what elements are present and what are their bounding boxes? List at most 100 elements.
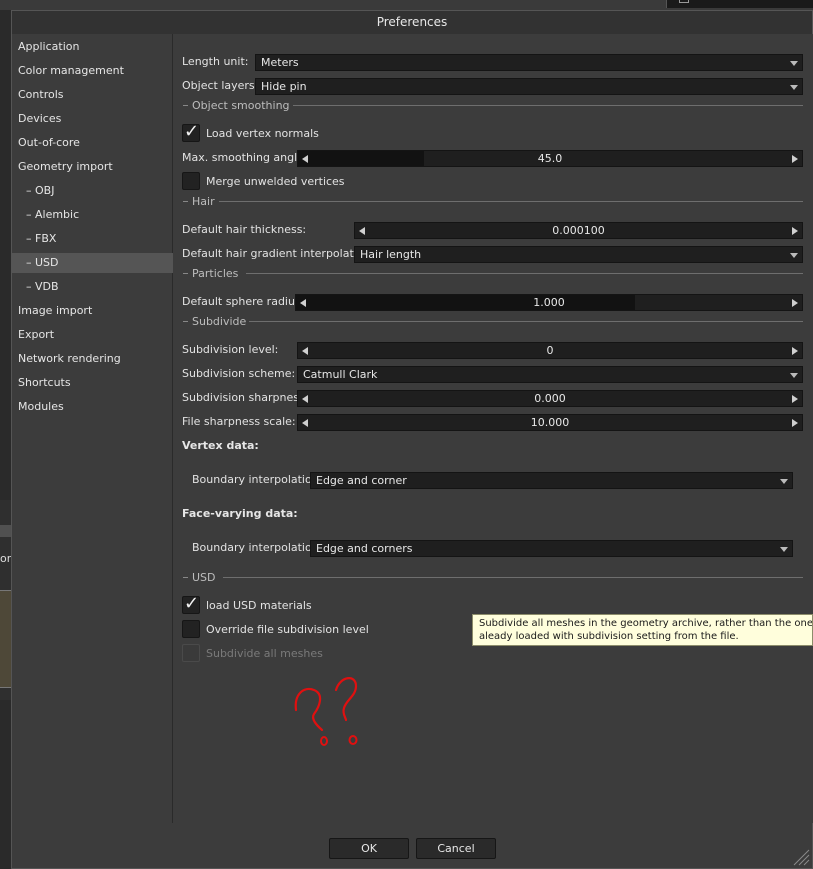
background-app-text: or <box>0 552 11 565</box>
sidebar-item-vdb[interactable]: – VDB <box>12 277 173 297</box>
left-arrow-icon[interactable] <box>302 419 308 427</box>
right-arrow-icon[interactable] <box>792 299 798 307</box>
subdivision-level-value: 0 <box>546 344 554 357</box>
left-arrow-icon[interactable] <box>302 155 308 163</box>
section-usd: USD <box>183 571 803 584</box>
load-usd-materials-label: load USD materials <box>206 599 312 612</box>
max-smoothing-angle-slider[interactable]: 45.0 <box>297 150 803 167</box>
sphere-radius-slider[interactable]: 1.000 <box>295 294 803 311</box>
sidebar-item-export[interactable]: Export <box>12 325 173 345</box>
load-usd-materials-checkbox[interactable]: ✓ <box>182 593 200 614</box>
load-vertex-normals-label: Load vertex normals <box>206 127 319 140</box>
subdivision-sharpness-slider[interactable]: 0.000 <box>297 390 803 407</box>
max-smoothing-angle-label: Max. smoothing angle: <box>182 151 308 164</box>
face-varying-boundary-dropdown[interactable]: Edge and corners <box>310 540 793 557</box>
dropdown-arrow-icon <box>780 547 788 552</box>
hair-gradient-dropdown[interactable]: Hair length <box>354 246 803 263</box>
section-title: Subdivide <box>192 315 251 328</box>
subdivide-all-meshes-checkbox[interactable] <box>182 644 200 662</box>
vertex-boundary-dropdown[interactable]: Edge and corner <box>310 472 793 489</box>
cancel-button[interactable]: Cancel <box>416 838 496 859</box>
sidebar-item-fbx[interactable]: – FBX <box>12 229 173 249</box>
override-subdivision-checkbox[interactable] <box>182 620 200 638</box>
section-title: Particles <box>192 267 243 280</box>
tooltip-line-2: aleady loaded with subdivision setting f… <box>479 631 739 642</box>
face-varying-boundary-label: Boundary interpolation: <box>192 541 323 554</box>
face-varying-heading: Face-varying data: <box>182 507 298 520</box>
resize-grip-icon[interactable] <box>792 848 810 866</box>
subdivision-scheme-label: Subdivision scheme: <box>182 367 296 380</box>
sidebar-item-network-rendering[interactable]: Network rendering <box>12 349 173 369</box>
right-arrow-icon[interactable] <box>792 347 798 355</box>
right-arrow-icon[interactable] <box>792 395 798 403</box>
sidebar-item-shortcuts[interactable]: Shortcuts <box>12 373 173 393</box>
merge-unwelded-vertices-label: Merge unwelded vertices <box>206 175 345 188</box>
hair-thickness-slider[interactable]: 0.000100 <box>354 222 803 239</box>
sidebar-item-application[interactable]: Application <box>12 37 173 57</box>
object-layers-label: Object layers: <box>182 79 259 92</box>
subdivide-all-meshes-label: Subdivide all meshes <box>206 647 323 660</box>
length-unit-value: Meters <box>261 56 299 69</box>
section-hair: Hair <box>183 195 803 208</box>
merge-unwelded-vertices-checkbox[interactable] <box>182 172 200 190</box>
hair-thickness-value: 0.000100 <box>552 224 605 237</box>
override-subdivision-label: Override file subdivision level <box>206 623 369 636</box>
object-layers-value: Hide pin <box>261 80 307 93</box>
sidebar-item-controls[interactable]: Controls <box>12 85 173 105</box>
subdivision-level-slider[interactable]: 0 <box>297 342 803 359</box>
dropdown-arrow-icon <box>790 373 798 378</box>
right-arrow-icon[interactable] <box>792 227 798 235</box>
length-unit-dropdown[interactable]: Meters <box>255 54 803 71</box>
subdivision-scheme-dropdown[interactable]: Catmull Clark <box>297 366 803 383</box>
left-arrow-icon[interactable] <box>302 395 308 403</box>
sphere-radius-value: 1.000 <box>533 296 565 309</box>
background-app-viewport <box>0 590 11 688</box>
sidebar-item-devices[interactable]: Devices <box>12 109 173 129</box>
section-object-smoothing: Object smoothing <box>183 99 803 112</box>
usd-settings-panel: Length unit: Meters Object layers: Hide … <box>173 34 813 823</box>
vertex-boundary-label: Boundary interpolation: <box>192 473 323 486</box>
right-arrow-icon[interactable] <box>792 419 798 427</box>
subdivide-all-tooltip: Subdivide all meshes in the geometry arc… <box>472 614 813 646</box>
file-sharpness-scale-value: 10.000 <box>530 416 570 429</box>
length-unit-label: Length unit: <box>182 55 249 68</box>
hair-gradient-label: Default hair gradient interpolation: <box>182 247 375 260</box>
dialog-title: Preferences <box>12 11 812 34</box>
right-arrow-icon[interactable] <box>792 155 798 163</box>
vertex-boundary-value: Edge and corner <box>316 474 407 487</box>
object-layers-dropdown[interactable]: Hide pin <box>255 78 803 95</box>
background-app-panel <box>666 0 813 8</box>
left-arrow-icon[interactable] <box>300 299 306 307</box>
sphere-radius-label: Default sphere radius: <box>182 295 305 308</box>
load-vertex-normals-checkbox[interactable]: ✓ <box>182 121 200 142</box>
dropdown-arrow-icon <box>780 479 788 484</box>
max-smoothing-angle-value: 45.0 <box>537 152 563 165</box>
sidebar-item-alembic[interactable]: – Alembic <box>12 205 173 225</box>
preferences-sidebar: Application Color management Controls De… <box>12 34 173 823</box>
section-title: Object smoothing <box>192 99 294 112</box>
hair-gradient-value: Hair length <box>360 248 422 261</box>
sidebar-item-geometry-import[interactable]: Geometry import <box>12 157 173 177</box>
section-particles: Particles <box>183 267 803 280</box>
sidebar-item-out-of-core[interactable]: Out-of-core <box>12 133 173 153</box>
sidebar-item-image-import[interactable]: Image import <box>12 301 173 321</box>
left-arrow-icon[interactable] <box>359 227 365 235</box>
subdivision-scheme-value: Catmull Clark <box>303 368 378 381</box>
section-title: Hair <box>192 195 219 208</box>
sidebar-item-color-management[interactable]: Color management <box>12 61 173 81</box>
sidebar-item-modules[interactable]: Modules <box>12 397 173 417</box>
file-sharpness-scale-slider[interactable]: 10.000 <box>297 414 803 431</box>
face-varying-boundary-value: Edge and corners <box>316 542 413 555</box>
subdivision-sharpness-label: Subdivision sharpness: <box>182 391 309 404</box>
background-icon <box>679 0 689 3</box>
left-arrow-icon[interactable] <box>302 347 308 355</box>
sidebar-item-obj[interactable]: – OBJ <box>12 181 173 201</box>
ok-button[interactable]: OK <box>329 838 409 859</box>
preferences-dialog: Preferences Application Color management… <box>11 10 813 869</box>
vertex-data-heading: Vertex data: <box>182 439 259 452</box>
hair-thickness-label: Default hair thickness: <box>182 223 307 236</box>
tooltip-line-1: Subdivide all meshes in the geometry arc… <box>479 618 813 629</box>
dropdown-arrow-icon <box>790 85 798 90</box>
background-app-control <box>0 525 11 537</box>
sidebar-item-usd[interactable]: – USD <box>12 253 173 273</box>
